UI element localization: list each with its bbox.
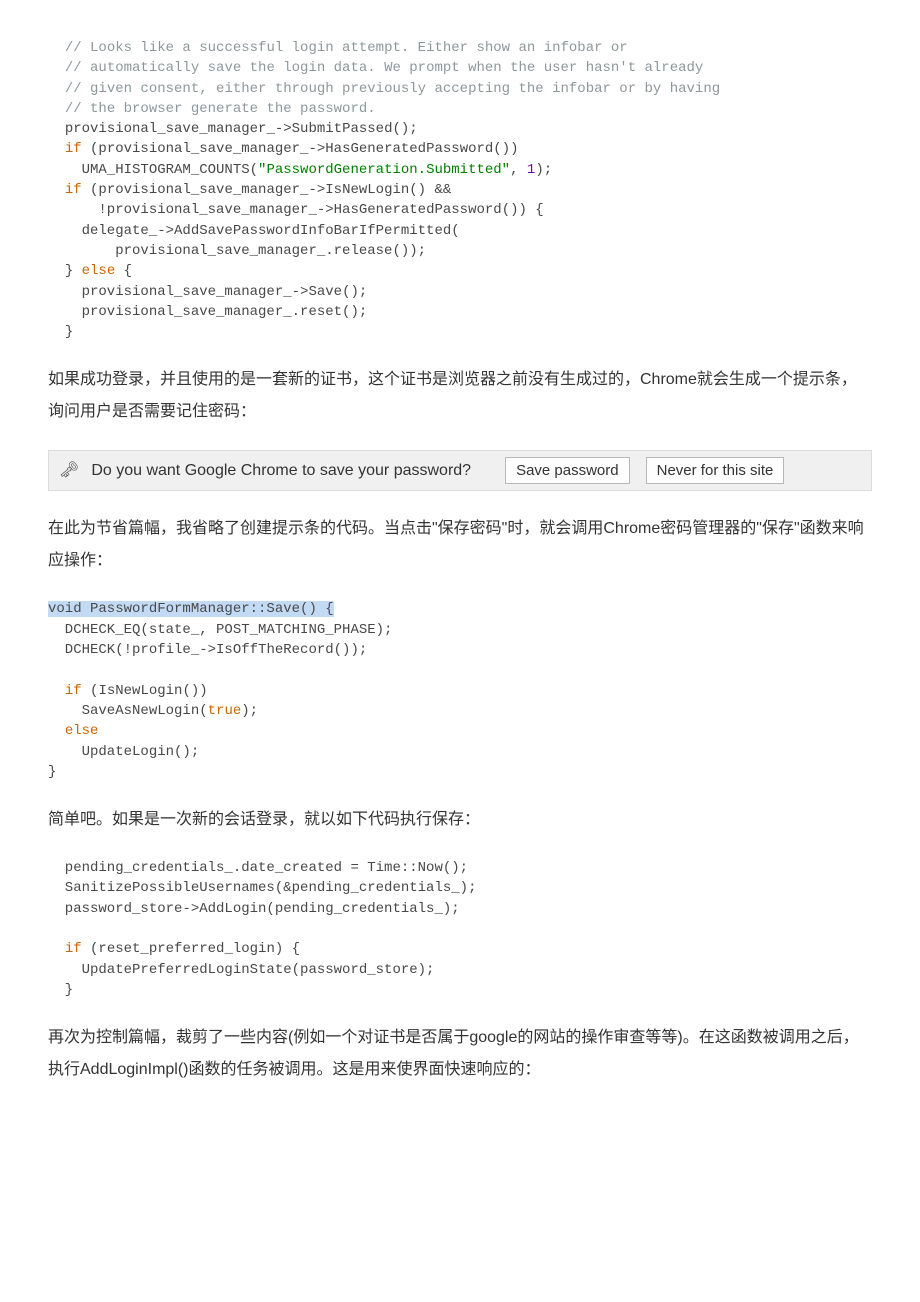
code-block-2: void PasswordFormManager::Save() { DCHEC…	[48, 599, 872, 782]
code-line: provisional_save_manager_->Save();	[48, 284, 367, 300]
code-line: if (reset_preferred_login) {	[48, 941, 300, 957]
code-line: if (provisional_save_manager_->IsNewLogi…	[48, 182, 451, 198]
password-save-infobar: 🗝 Do you want Google Chrome to save your…	[48, 450, 872, 491]
code-line: // given consent, either through previou…	[48, 81, 720, 97]
code-line: }	[48, 764, 56, 780]
infobar-message: Do you want Google Chrome to save your p…	[91, 462, 471, 480]
code-line: SanitizePossibleUsernames(&pending_crede…	[48, 880, 476, 896]
code-line: !provisional_save_manager_->HasGenerated…	[48, 202, 544, 218]
paragraph-2: 在此为节省篇幅，我省略了创建提示条的代码。当点击"保存密码"时，就会调用Chro…	[48, 513, 872, 577]
code-line: SaveAsNewLogin(true);	[48, 703, 258, 719]
code-line: DCHECK_EQ(state_, POST_MATCHING_PHASE);	[48, 622, 392, 638]
code-line: provisional_save_manager_->SubmitPassed(…	[48, 121, 418, 137]
code-line: if (provisional_save_manager_->HasGenera…	[48, 141, 519, 157]
code-block-1: // Looks like a successful login attempt…	[48, 38, 872, 342]
code-line: if (IsNewLogin())	[48, 683, 208, 699]
code-line: }	[48, 982, 73, 998]
paragraph-3: 简单吧。如果是一次新的会话登录，就以如下代码执行保存：	[48, 804, 872, 836]
code-line: provisional_save_manager_.reset();	[48, 304, 367, 320]
code-line: // automatically save the login data. We…	[48, 60, 703, 76]
paragraph-1: 如果成功登录，并且使用的是一套新的证书，这个证书是浏览器之前没有生成过的，Chr…	[48, 364, 872, 428]
paragraph-4: 再次为控制篇幅，裁剪了一些内容(例如一个对证书是否属于google的网站的操作审…	[48, 1022, 872, 1086]
code-line: void PasswordFormManager::Save() {	[48, 601, 334, 617]
key-icon: 🗝	[59, 463, 79, 479]
code-line: provisional_save_manager_.release());	[48, 243, 426, 259]
code-line: delegate_->AddSavePasswordInfoBarIfPermi…	[48, 223, 460, 239]
code-line: UMA_HISTOGRAM_COUNTS("PasswordGeneration…	[48, 162, 552, 178]
code-line: UpdatePreferredLoginState(password_store…	[48, 962, 434, 978]
code-line: UpdateLogin();	[48, 744, 199, 760]
code-line: else	[48, 723, 98, 739]
code-line: // Looks like a successful login attempt…	[48, 40, 628, 56]
never-for-this-site-button[interactable]: Never for this site	[646, 457, 785, 484]
code-line: } else {	[48, 263, 132, 279]
code-line: // the browser generate the password.	[48, 101, 376, 117]
code-line: password_store->AddLogin(pending_credent…	[48, 901, 460, 917]
code-line: DCHECK(!profile_->IsOffTheRecord());	[48, 642, 367, 658]
code-block-3: pending_credentials_.date_created = Time…	[48, 858, 872, 1000]
code-line: }	[48, 324, 73, 340]
save-password-button[interactable]: Save password	[505, 457, 630, 484]
code-line: pending_credentials_.date_created = Time…	[48, 860, 468, 876]
